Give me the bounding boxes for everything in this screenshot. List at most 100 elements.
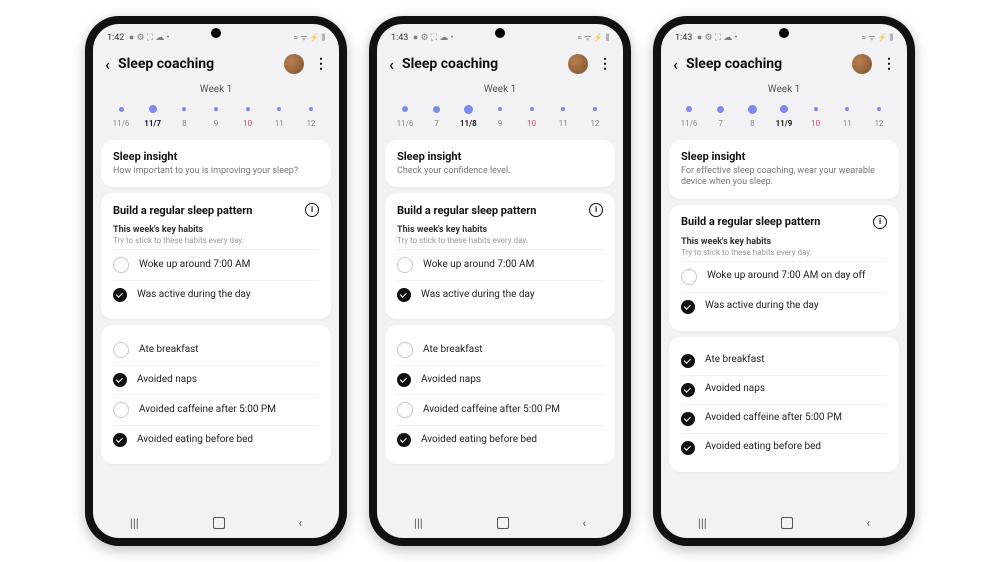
habit-row[interactable]: Avoided caffeine after 5:00 PM xyxy=(397,394,603,425)
day-dot-slot[interactable] xyxy=(520,101,544,117)
habit-row[interactable]: Avoided caffeine after 5:00 PM xyxy=(113,394,319,425)
avatar[interactable] xyxy=(568,54,588,74)
sleep-insight-card[interactable]: Sleep insight How important to you is im… xyxy=(101,140,331,187)
day-label[interactable]: 11/7 xyxy=(141,119,165,128)
nav-recents-icon[interactable]: ||| xyxy=(414,516,423,530)
day-label[interactable]: 11/6 xyxy=(677,119,701,128)
day-dot-slot[interactable] xyxy=(835,101,859,117)
habit-check-icon xyxy=(681,269,697,285)
app-header: ‹ Sleep coaching ⋮ xyxy=(93,50,339,82)
day-label[interactable]: 11/6 xyxy=(109,119,133,128)
status-right: ≈ ᯤ ⚡ ⫼ xyxy=(575,32,609,43)
app-header: ‹ Sleep coaching ⋮ xyxy=(661,50,907,82)
day-dot xyxy=(246,107,250,111)
day-dot xyxy=(182,107,186,111)
habit-row[interactable]: Avoided eating before bed xyxy=(397,425,603,454)
info-icon[interactable]: i xyxy=(873,215,887,229)
content-scroll[interactable]: Sleep insight For effective sleep coachi… xyxy=(661,134,907,508)
day-dot-slot[interactable] xyxy=(488,101,512,117)
more-icon[interactable]: ⋮ xyxy=(598,56,611,72)
day-dot-slot[interactable] xyxy=(172,101,196,117)
sleep-insight-card[interactable]: Sleep insight Check your confidence leve… xyxy=(385,140,615,187)
day-dot-slot[interactable] xyxy=(299,101,323,117)
day-dot-slot[interactable] xyxy=(804,101,828,117)
back-icon[interactable]: ‹ xyxy=(389,55,394,74)
day-label[interactable]: 11 xyxy=(835,119,859,128)
habit-row[interactable]: Avoided eating before bed xyxy=(681,433,887,462)
day-dot-slot[interactable] xyxy=(425,101,449,117)
habit-row[interactable]: Ate breakfast xyxy=(681,347,887,375)
day-dot xyxy=(402,106,408,112)
more-icon[interactable]: ⋮ xyxy=(314,56,327,72)
nav-back-icon[interactable]: ‹ xyxy=(866,516,870,530)
day-label[interactable]: 10 xyxy=(520,119,544,128)
habit-row[interactable]: Was active during the day xyxy=(681,292,887,321)
day-dot-slot[interactable] xyxy=(551,101,575,117)
day-dot-slot[interactable] xyxy=(740,101,764,117)
habit-row[interactable]: Was active during the day xyxy=(397,280,603,309)
day-label[interactable]: 10 xyxy=(804,119,828,128)
habit-check-icon xyxy=(397,373,411,387)
day-label[interactable]: 11/6 xyxy=(393,119,417,128)
info-icon[interactable]: i xyxy=(589,203,603,217)
day-label[interactable]: 11/9 xyxy=(772,119,796,128)
day-dot-slot[interactable] xyxy=(456,101,480,117)
day-dot-slot[interactable] xyxy=(109,101,133,117)
day-label[interactable]: 10 xyxy=(236,119,260,128)
day-label[interactable]: 8 xyxy=(740,119,764,128)
day-label[interactable]: 8 xyxy=(172,119,196,128)
nav-recents-icon[interactable]: ||| xyxy=(698,516,707,530)
back-icon[interactable]: ‹ xyxy=(105,55,110,74)
day-label[interactable]: 12 xyxy=(583,119,607,128)
info-icon[interactable]: i xyxy=(305,203,319,217)
nav-home-icon[interactable] xyxy=(213,517,225,529)
habit-row[interactable]: Avoided naps xyxy=(397,365,603,394)
day-dot-slot[interactable] xyxy=(709,101,733,117)
habit-row[interactable]: Avoided eating before bed xyxy=(113,425,319,454)
day-label[interactable]: 7 xyxy=(425,119,449,128)
day-dot-slot[interactable] xyxy=(267,101,291,117)
avatar[interactable] xyxy=(852,54,872,74)
day-label[interactable]: 9 xyxy=(204,119,228,128)
nav-recents-icon[interactable]: ||| xyxy=(130,516,139,530)
more-icon[interactable]: ⋮ xyxy=(882,56,895,72)
day-label[interactable]: 11 xyxy=(551,119,575,128)
habit-row[interactable]: Avoided caffeine after 5:00 PM xyxy=(681,404,887,433)
day-dot-slot[interactable] xyxy=(393,101,417,117)
day-label[interactable]: 11/8 xyxy=(456,119,480,128)
week-label: Week 1 xyxy=(377,84,623,95)
day-dot-slot[interactable] xyxy=(772,101,796,117)
avatar[interactable] xyxy=(284,54,304,74)
day-label[interactable]: 11 xyxy=(267,119,291,128)
habit-row[interactable]: Ate breakfast xyxy=(113,335,319,365)
content-scroll[interactable]: Sleep insight Check your confidence leve… xyxy=(377,134,623,508)
front-camera xyxy=(495,28,505,38)
habit-row[interactable]: Was active during the day xyxy=(113,280,319,309)
nav-back-icon[interactable]: ‹ xyxy=(582,516,586,530)
habit-check-icon xyxy=(681,441,695,455)
day-dot-slot[interactable] xyxy=(867,101,891,117)
habit-row[interactable]: Woke up around 7:00 AM on day off xyxy=(681,261,887,292)
week-dots-row xyxy=(93,101,339,119)
day-dot-slot[interactable] xyxy=(677,101,701,117)
day-dot-slot[interactable] xyxy=(204,101,228,117)
habit-row[interactable]: Woke up around 7:00 AM xyxy=(397,249,603,280)
day-label[interactable]: 12 xyxy=(299,119,323,128)
nav-home-icon[interactable] xyxy=(781,517,793,529)
day-dot-slot[interactable] xyxy=(583,101,607,117)
habit-row[interactable]: Avoided naps xyxy=(681,375,887,404)
sleep-insight-card[interactable]: Sleep insight For effective sleep coachi… xyxy=(669,140,899,199)
habit-row[interactable]: Avoided naps xyxy=(113,365,319,394)
habit-row[interactable]: Ate breakfast xyxy=(397,335,603,365)
day-label[interactable]: 12 xyxy=(867,119,891,128)
day-dot xyxy=(814,107,818,111)
day-label[interactable]: 7 xyxy=(709,119,733,128)
back-icon[interactable]: ‹ xyxy=(673,55,678,74)
day-dot-slot[interactable] xyxy=(236,101,260,117)
day-label[interactable]: 9 xyxy=(488,119,512,128)
content-scroll[interactable]: Sleep insight How important to you is im… xyxy=(93,134,339,508)
nav-back-icon[interactable]: ‹ xyxy=(298,516,302,530)
day-dot-slot[interactable] xyxy=(141,101,165,117)
habit-row[interactable]: Woke up around 7:00 AM xyxy=(113,249,319,280)
nav-home-icon[interactable] xyxy=(497,517,509,529)
